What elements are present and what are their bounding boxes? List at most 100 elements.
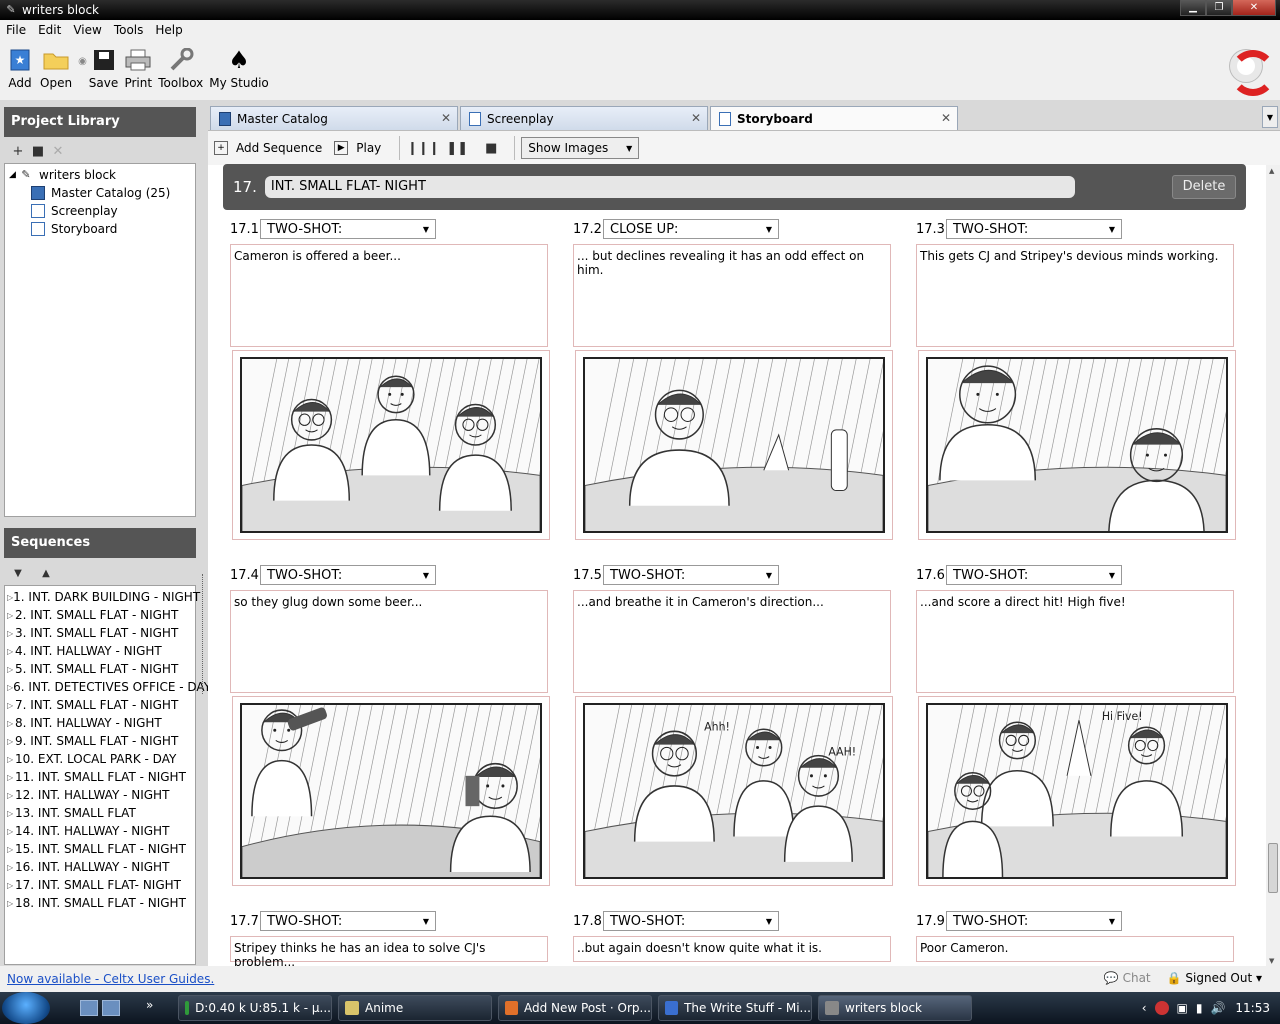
add-sequence-button[interactable]: + Add Sequence [214,141,322,155]
shot-description[interactable]: Stripey thinks he has an idea to solve C… [230,936,548,969]
panel-splitter[interactable] [198,104,208,966]
collapse-icon[interactable]: ◢ [9,170,19,180]
shot-description[interactable]: This gets CJ and Stripey's devious minds… [916,244,1234,347]
new-folder-icon[interactable]: ■ [28,144,48,159]
scroll-up-icon[interactable]: ▲ [1269,167,1274,175]
expand-icon[interactable]: ▷ [7,647,15,656]
stop-icon[interactable]: ■ [474,141,508,156]
move-down-icon[interactable]: ▼ [8,568,28,579]
close-button[interactable]: ✕ [1232,0,1276,16]
sequence-item[interactable]: ▷ 1. INT. DARK BUILDING - NIGHT [5,588,200,606]
signed-out-status[interactable]: 🔒 Signed Out ▾ [1167,971,1262,985]
sequence-item[interactable]: ▷ 18. INT. SMALL FLAT - NIGHT [5,894,195,912]
shot-description[interactable]: ... but declines revealing it has an odd… [573,244,891,347]
expand-icon[interactable]: ▷ [7,773,15,782]
sequence-item[interactable]: ▷ 14. INT. HALLWAY - NIGHT [5,822,195,840]
expand-icon[interactable]: ▷ [7,899,15,908]
sequence-item[interactable]: ▷ 10. EXT. LOCAL PARK - DAY [5,750,195,768]
switch-windows-icon[interactable] [102,1000,120,1016]
open-dropdown-icon[interactable]: ◉ [78,50,87,67]
toolbox-button[interactable]: Toolbox [158,40,203,90]
shot-image-frame[interactable] [918,350,1236,540]
expand-icon[interactable]: ▷ [7,845,15,854]
minimize-button[interactable]: ▁ [1180,0,1206,16]
print-button[interactable]: Print [124,40,152,90]
show-desktop-icon[interactable] [80,1000,98,1016]
expand-icon[interactable]: ▷ [7,881,15,890]
expand-icon[interactable]: ▷ [7,863,15,872]
battery-icon[interactable]: ▮ [1196,1001,1203,1015]
close-tab-icon[interactable]: ✕ [691,111,701,125]
shot-description[interactable]: Cameron is offered a beer... [230,244,548,347]
help-lifesaver-icon[interactable] [1230,50,1276,96]
close-tab-icon[interactable]: ✕ [941,111,951,125]
scene-heading-input[interactable]: INT. SMALL FLAT- NIGHT [264,176,1075,198]
menu-tools[interactable]: Tools [108,23,150,37]
view-mode-select[interactable]: Show Images ▼ [521,137,640,159]
sequence-item[interactable]: ▷ 17. INT. SMALL FLAT- NIGHT [5,876,195,894]
sequence-item[interactable]: ▷ 2. INT. SMALL FLAT - NIGHT [5,606,195,624]
sequence-item[interactable]: ▷ 11. INT. SMALL FLAT - NIGHT [5,768,195,786]
network-icon[interactable]: ▣ [1177,1001,1188,1015]
sequence-item[interactable]: ▷ 8. INT. HALLWAY - NIGHT [5,714,195,732]
tab-master-catalog[interactable]: Master Catalog ✕ [210,106,458,130]
add-item-icon[interactable]: + [8,144,28,159]
taskbar-button[interactable]: writers block [818,995,972,1021]
sequence-item[interactable]: ▷ 3. INT. SMALL FLAT - NIGHT [5,624,195,642]
shot-description[interactable]: ...and score a direct hit! High five! [916,590,1234,693]
play-button[interactable]: ▶ Play [334,141,381,155]
expand-icon[interactable]: ▷ [7,737,15,746]
shot-type-select[interactable]: TWO-SHOT: ▼ [260,911,436,931]
shot-image-frame[interactable] [232,696,550,886]
expand-icon[interactable]: ▷ [7,755,15,764]
tree-item-screenplay[interactable]: Screenplay [9,202,191,220]
shot-type-select[interactable]: CLOSE UP: ▼ [603,219,779,239]
expand-icon[interactable]: ▷ [7,791,15,800]
move-up-icon[interactable]: ▲ [36,568,56,579]
maximize-button[interactable]: ❐ [1206,0,1232,16]
tab-storyboard[interactable]: Storyboard ✕ [710,106,958,130]
save-button[interactable]: Save [89,40,118,90]
expand-icon[interactable]: ▷ [7,629,15,638]
menu-file[interactable]: File [0,23,32,37]
expand-icon[interactable]: ▷ [7,701,15,710]
sequence-item[interactable]: ▷ 4. INT. HALLWAY - NIGHT [5,642,195,660]
open-button[interactable]: Open [40,40,72,90]
shot-image-frame[interactable] [232,350,550,540]
shot-image-frame[interactable] [575,350,893,540]
menu-help[interactable]: Help [149,23,188,37]
sequence-item[interactable]: ▷ 13. INT. SMALL FLAT [5,804,195,822]
shot-type-select[interactable]: TWO-SHOT: ▼ [946,565,1122,585]
expand-icon[interactable]: ▷ [7,827,15,836]
tray-chevron-icon[interactable]: ‹ [1142,1001,1147,1015]
shot-type-select[interactable]: TWO-SHOT: ▼ [946,219,1122,239]
sequence-item[interactable]: ▷ 16. INT. HALLWAY - NIGHT [5,858,195,876]
close-tab-icon[interactable]: ✕ [441,111,451,125]
my-studio-button[interactable]: ♠ My Studio [209,40,269,90]
taskbar-button[interactable]: The Write Stuff - Mi... [658,995,812,1021]
user-guides-link[interactable]: Now available - Celtx User Guides. [7,972,214,986]
volume-icon[interactable]: 🔊 [1210,1001,1225,1015]
tab-list-dropdown[interactable]: ▼ [1262,106,1278,128]
sequence-item[interactable]: ▷ 6. INT. DETECTIVES OFFICE - DAY [5,678,211,696]
expand-icon[interactable]: ▷ [7,809,15,818]
vertical-scrollbar[interactable]: ▲ ▼ [1266,165,1280,967]
shot-type-select[interactable]: TWO-SHOT: ▼ [260,565,436,585]
menu-edit[interactable]: Edit [32,23,67,37]
shot-description[interactable]: ..but again doesn't know quite what it i… [573,936,891,962]
taskbar-button[interactable]: Add New Post · Orp... [498,995,652,1021]
columns-icon[interactable]: ❙❙❙ [406,141,440,156]
shot-type-select[interactable]: TWO-SHOT: ▼ [260,219,436,239]
expand-icon[interactable]: ▷ [7,719,15,728]
tree-root[interactable]: ◢ ✎ writers block [9,166,191,184]
shot-type-select[interactable]: TWO-SHOT: ▼ [946,911,1122,931]
sequence-item[interactable]: ▷ 12. INT. HALLWAY - NIGHT [5,786,195,804]
tree-item-master-catalog[interactable]: Master Catalog (25) [9,184,191,202]
scrollbar-thumb[interactable] [1268,843,1278,893]
tray-app-icon[interactable] [1154,1001,1169,1015]
chat-button[interactable]: 💬 Chat [1104,971,1151,985]
shot-type-select[interactable]: TWO-SHOT: ▼ [603,911,779,931]
delete-scene-button[interactable]: Delete [1172,175,1236,199]
sequence-item[interactable]: ▷ 15. INT. SMALL FLAT - NIGHT [5,840,195,858]
pause-icon[interactable]: ❚❚ [440,141,474,156]
